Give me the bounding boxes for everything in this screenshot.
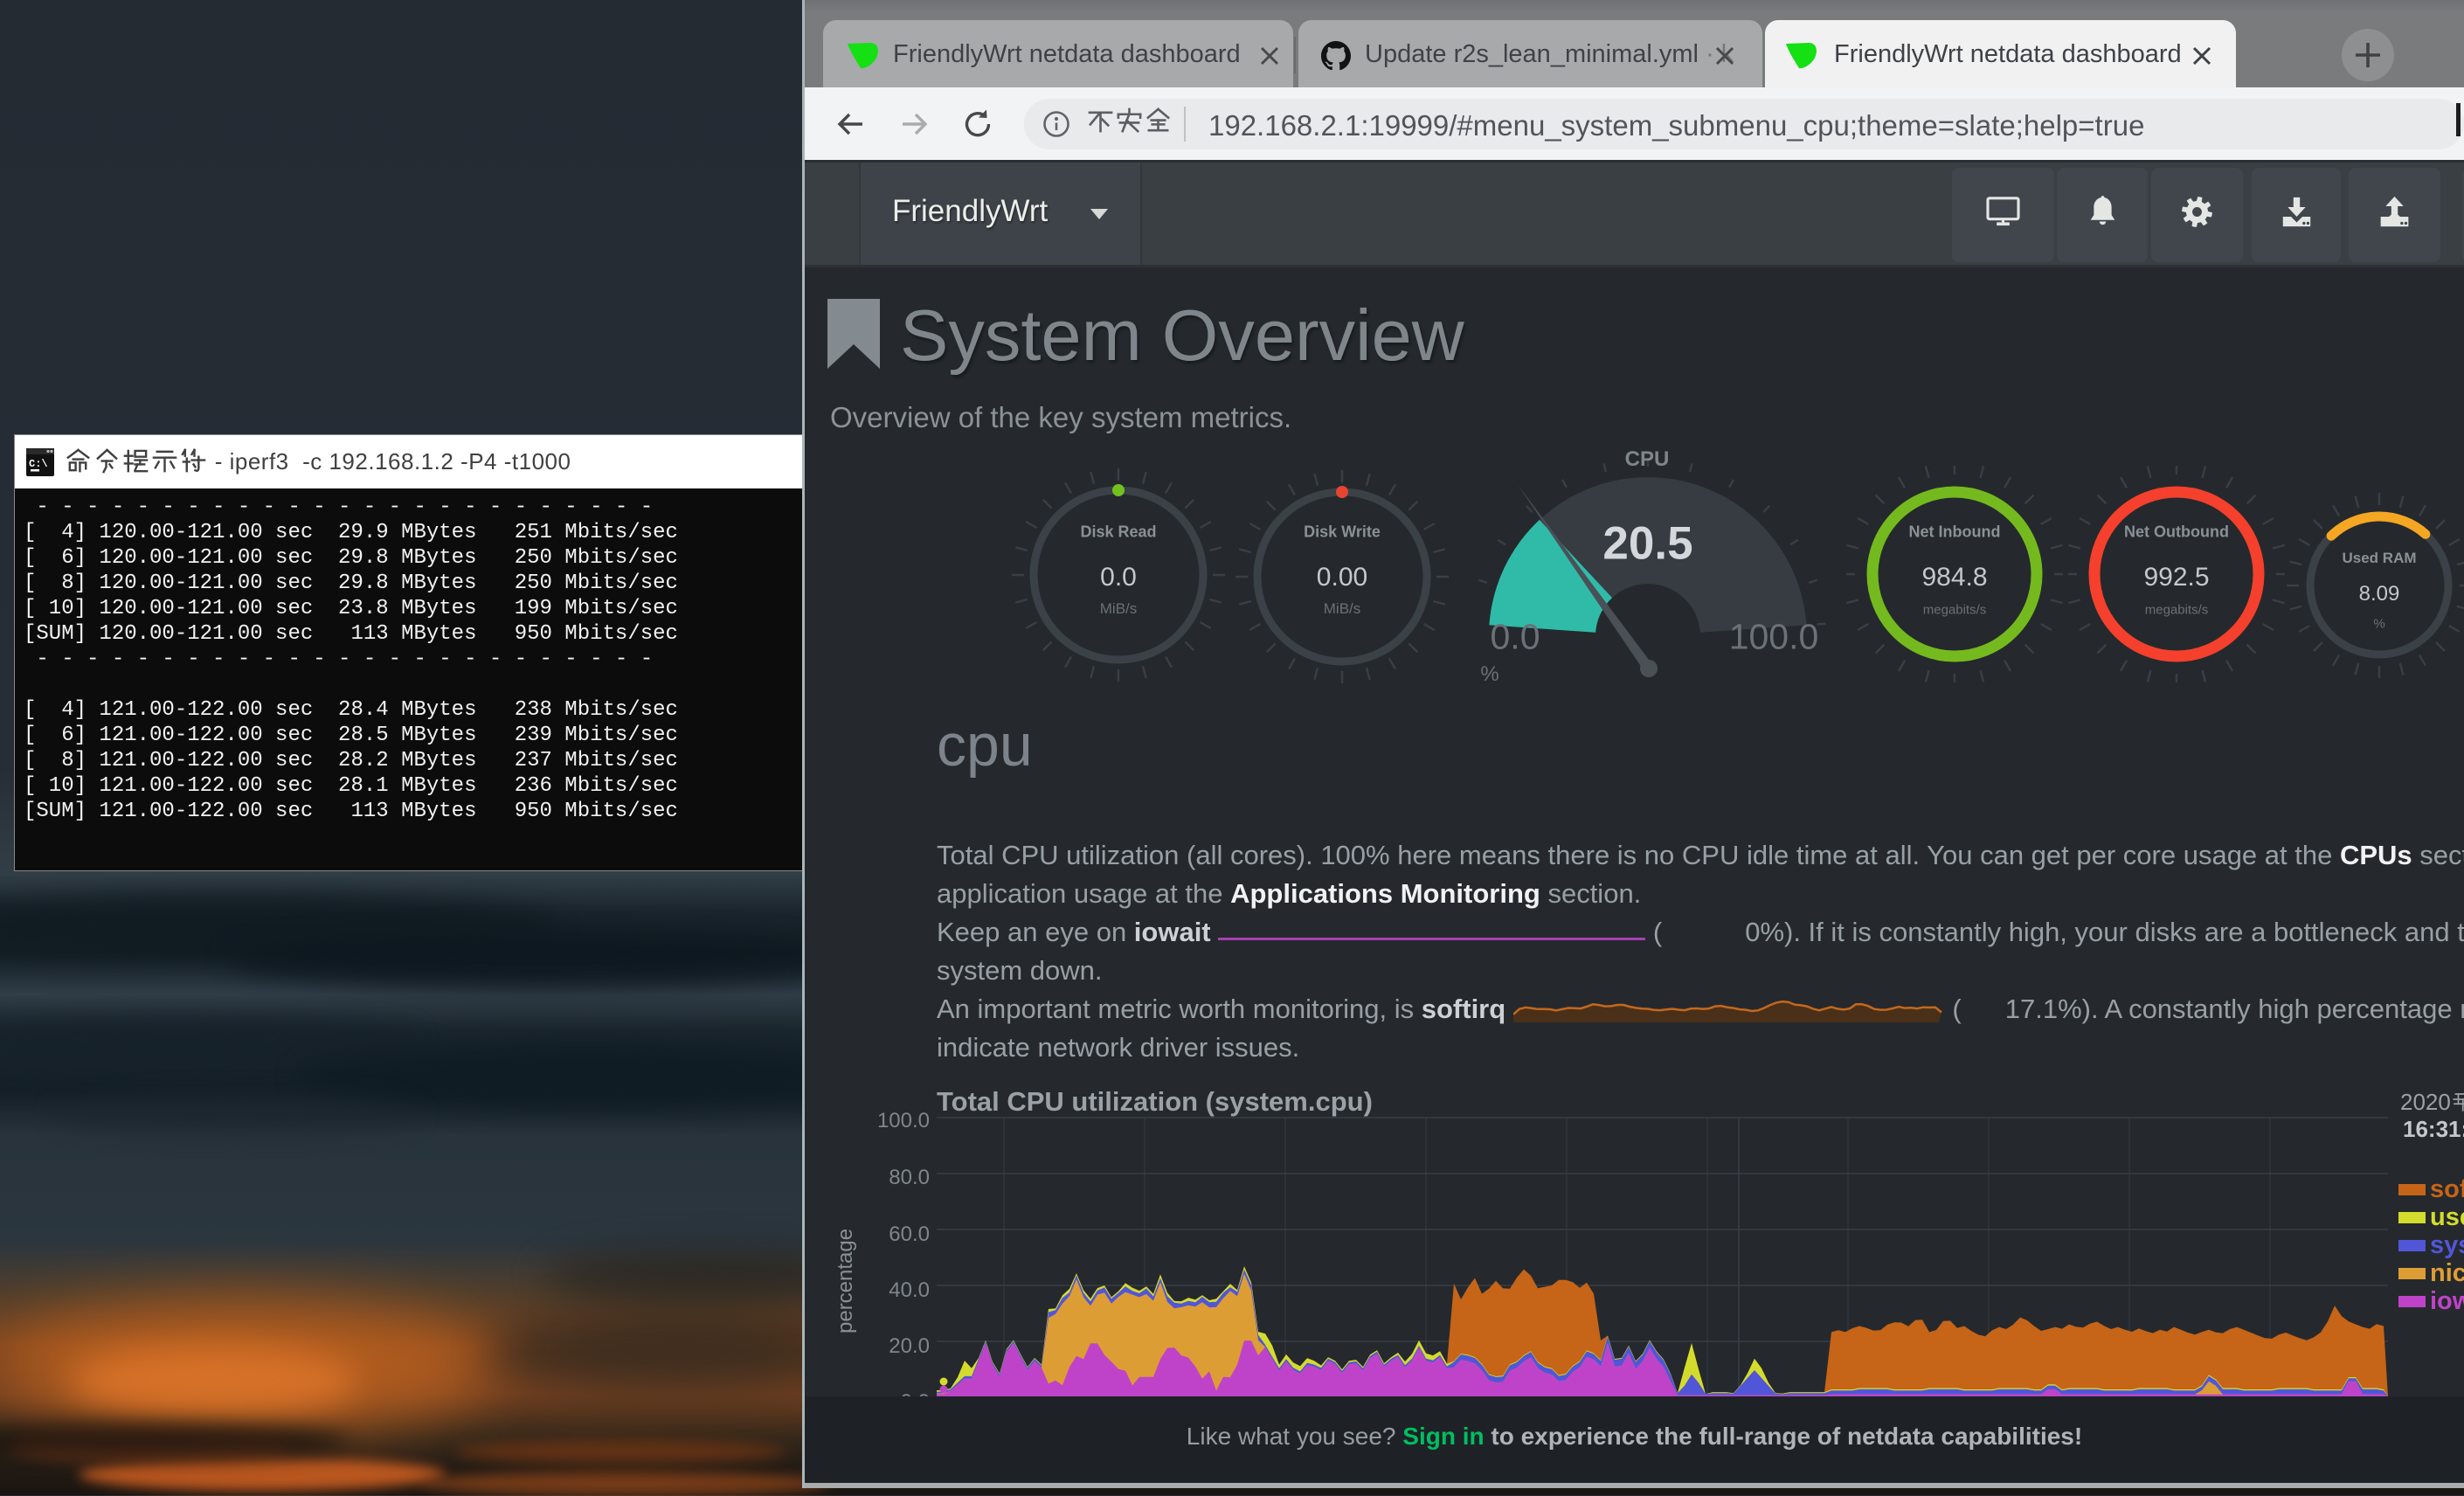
svg-text:C:\: C:\: [29, 458, 48, 470]
